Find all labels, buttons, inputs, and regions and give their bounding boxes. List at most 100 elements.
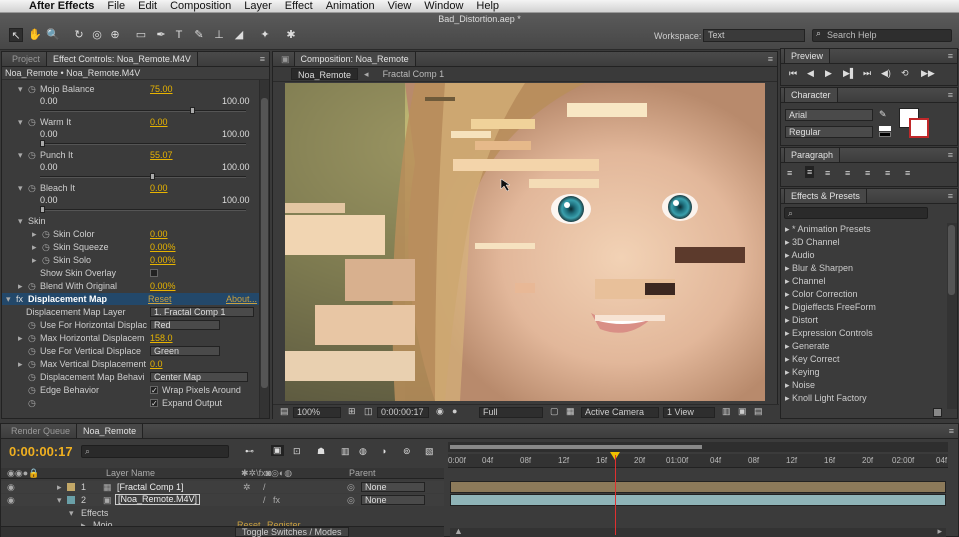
tab-character[interactable]: Character: [784, 88, 838, 102]
list-item[interactable]: ▸ Audio: [785, 249, 815, 261]
brainstorm-icon[interactable]: ◑: [381, 446, 386, 456]
work-area-bar[interactable]: [448, 442, 948, 452]
video-toggle-icon[interactable]: ◉: [7, 494, 15, 506]
displacement-map-effect-row[interactable]: ▾ fx Displacement Map Reset About...: [2, 293, 260, 305]
video-toggle-icon[interactable]: ◉: [7, 481, 15, 493]
stopwatch-icon[interactable]: ◷: [28, 397, 36, 409]
zoom-tool-icon[interactable]: 🔍: [46, 28, 60, 42]
black-swatch[interactable]: [879, 132, 891, 137]
white-swatch[interactable]: [879, 126, 891, 131]
justify-left-icon[interactable]: ≡: [845, 168, 850, 178]
ram-preview-icon[interactable]: ▶▶: [921, 68, 935, 79]
pixel-aspect-icon[interactable]: ▥: [719, 407, 731, 418]
twirl-down-icon[interactable]: ▾: [57, 494, 62, 506]
work-area-range[interactable]: [450, 445, 702, 449]
tab-preview[interactable]: Preview: [784, 49, 831, 63]
draft-3d-icon[interactable]: ⊡: [293, 446, 301, 457]
slider-thumb[interactable]: [40, 140, 45, 147]
pickwhip-icon[interactable]: ◎: [347, 481, 355, 493]
presets-scrollbar[interactable]: [947, 223, 957, 409]
stopwatch-icon[interactable]: ◷: [28, 182, 36, 194]
rotate-tool-icon[interactable]: ↻: [72, 28, 86, 42]
pan-behind-tool-icon[interactable]: ⊕: [108, 28, 122, 42]
tab-paragraph[interactable]: Paragraph: [784, 148, 841, 162]
list-item[interactable]: ▸ Blur & Sharpen: [785, 262, 853, 274]
menu-effect[interactable]: Effect: [285, 0, 313, 12]
quality-icon[interactable]: /: [263, 481, 266, 493]
scrollbar-thumb[interactable]: [261, 98, 268, 388]
justify-all-icon[interactable]: ≡: [905, 168, 910, 178]
skin-squeeze-value[interactable]: 0.00%: [150, 241, 176, 253]
stopwatch-icon[interactable]: ◷: [28, 358, 36, 370]
list-item[interactable]: ▸ Generate: [785, 340, 830, 352]
timeline-icon[interactable]: ▤: [751, 407, 763, 418]
audio-icon[interactable]: ◀): [881, 68, 891, 79]
workspace-select[interactable]: Text: [703, 29, 805, 42]
type-tool-icon[interactable]: T: [172, 28, 186, 42]
twirl-down-icon[interactable]: ▾: [6, 293, 11, 305]
panel-menu-icon[interactable]: ≡: [948, 150, 953, 160]
skin-solo-value[interactable]: 0.00%: [150, 254, 176, 266]
resolution-select[interactable]: Full: [479, 407, 543, 418]
brush-tool-icon[interactable]: ✎: [192, 28, 206, 42]
tab-composition[interactable]: Composition: Noa_Remote: [293, 52, 416, 66]
composition-viewer[interactable]: [285, 83, 765, 401]
menu-layer[interactable]: Layer: [244, 0, 272, 12]
menu-edit[interactable]: Edit: [138, 0, 157, 12]
list-item[interactable]: ▸ Digieffects FreeForm: [785, 301, 876, 313]
stopwatch-icon[interactable]: ◷: [28, 384, 36, 396]
live-update-icon[interactable]: ▣: [271, 445, 284, 456]
font-style-select[interactable]: Regular: [785, 126, 873, 138]
align-right-icon[interactable]: ≡: [825, 168, 830, 178]
twirl-right-icon[interactable]: ▸: [57, 481, 62, 493]
label-color[interactable]: [67, 483, 75, 491]
toggle-switches-modes-button[interactable]: Toggle Switches / Modes: [235, 527, 349, 537]
collapse-icon[interactable]: ✲: [243, 481, 251, 493]
layer-bar-noa-remote[interactable]: [450, 494, 946, 506]
effects-search-input[interactable]: ⌕: [784, 207, 928, 219]
column-layer-name[interactable]: Layer Name: [106, 468, 155, 478]
tab-effect-controls[interactable]: Effect Controls: Noa_Remote.M4V: [46, 52, 198, 66]
map-behavior-select[interactable]: Center Map: [150, 372, 248, 382]
slider-thumb[interactable]: [40, 206, 45, 213]
show-channel-icon[interactable]: ●: [449, 407, 461, 418]
displacement-map-layer-select[interactable]: 1. Fractal Comp 1: [150, 307, 254, 317]
expand-output-checkbox[interactable]: ✓: [150, 399, 158, 408]
slider-thumb[interactable]: [190, 107, 195, 114]
menu-app-name[interactable]: After Effects: [29, 0, 94, 12]
roto-brush-tool-icon[interactable]: ✦: [258, 28, 272, 42]
twirl-down-icon[interactable]: ▾: [18, 83, 23, 95]
skin-group-row[interactable]: ▾ Skin: [2, 215, 260, 227]
tab-effects-presets[interactable]: Effects & Presets: [784, 189, 867, 203]
twirl-right-icon[interactable]: ▸: [18, 280, 23, 292]
list-item[interactable]: ▸ Color Correction: [785, 288, 858, 300]
stopwatch-icon[interactable]: ◷: [28, 116, 36, 128]
search-help-input[interactable]: Search Help: [812, 29, 952, 42]
list-item[interactable]: ▸ 3D Channel: [785, 236, 840, 248]
region-of-interest-icon[interactable]: ▢: [547, 407, 559, 418]
effect-controls-scrollbar[interactable]: [259, 80, 269, 418]
blend-with-original-value[interactable]: 0.00%: [150, 280, 176, 292]
reset-link[interactable]: Reset: [148, 293, 172, 305]
stopwatch-icon[interactable]: ◷: [28, 83, 36, 95]
panel-menu-icon[interactable]: ≡: [949, 426, 954, 436]
current-time-indicator[interactable]: [615, 455, 616, 535]
last-frame-icon[interactable]: ⏭: [863, 68, 871, 79]
comp-mini-flowchart-icon[interactable]: ⊷: [245, 446, 254, 457]
view-layout-select[interactable]: 1 View: [663, 407, 715, 418]
lock-icon[interactable]: ▣: [277, 52, 294, 66]
justify-center-icon[interactable]: ≡: [865, 168, 870, 178]
menu-composition[interactable]: Composition: [170, 0, 231, 12]
list-item[interactable]: ▸ Channel: [785, 275, 826, 287]
scroll-right-icon[interactable]: ▸: [937, 526, 942, 537]
stopwatch-icon[interactable]: ◷: [28, 345, 36, 357]
align-center-icon[interactable]: ≡: [805, 166, 815, 178]
punch-it-slider[interactable]: [40, 173, 246, 180]
effects-group-row[interactable]: ▾ Effects: [1, 507, 444, 519]
twirl-right-icon[interactable]: ▸: [32, 254, 37, 266]
twirl-right-icon[interactable]: ▸: [18, 358, 23, 370]
zoom-out-icon[interactable]: ▲: [454, 526, 463, 536]
stroke-color-swatch[interactable]: [909, 118, 929, 138]
column-parent[interactable]: Parent: [349, 468, 376, 478]
stopwatch-icon[interactable]: ◷: [28, 149, 36, 161]
